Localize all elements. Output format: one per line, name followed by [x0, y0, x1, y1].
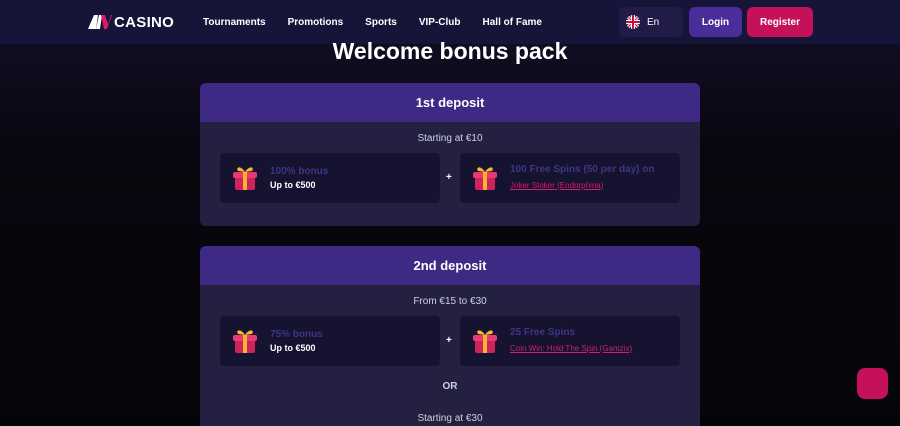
bonus-box-spins: 100 Free Spins (50 per day) on Joker Sto… [460, 153, 680, 203]
deposit-card-title: 2nd deposit [200, 246, 700, 285]
gift-icon [473, 330, 497, 353]
bonus-text: 25 Free Spins Coin Win: Hold The Spin (G… [510, 327, 632, 356]
deposit-card-2: 2nd deposit From €15 to €30 75% bonus Up… [200, 246, 700, 426]
bonus-main: 100% bonus [270, 166, 329, 177]
deposit-range-alt: Starting at €30 [417, 413, 483, 424]
game-link[interactable]: Coin Win: Hold The Spin (Gamzix) [510, 344, 632, 353]
nav-item-hall-of-fame[interactable]: Hall of Fame [483, 17, 542, 28]
bonus-row: 75% bonus Up to €500 + 25 Free Spins Coi… [200, 316, 700, 366]
bonus-main: 100 Free Spins (50 per day) on [510, 163, 655, 175]
plus-sign: + [446, 172, 452, 183]
bonus-text: 100 Free Spins (50 per day) on Joker Sto… [510, 164, 655, 193]
login-button[interactable]: Login [689, 7, 742, 37]
logo-text: CASINO [114, 13, 175, 31]
gift-icon [473, 167, 497, 190]
deposit-card-1: 1st deposit Starting at €10 100% bonus U… [200, 83, 700, 226]
bonus-sub: Up to €500 [270, 180, 316, 190]
bonus-text: 75% bonus Up to €500 [270, 329, 323, 353]
nav-item-promotions[interactable]: Promotions [288, 17, 344, 28]
deposit-range: From €15 to €30 [413, 296, 487, 307]
gift-icon [233, 330, 257, 353]
uk-flag-icon [626, 15, 640, 29]
bonus-main: 25 Free Spins [510, 326, 576, 338]
language-label: En [647, 16, 660, 28]
bonus-row: 100% bonus Up to €500 + 100 Free Spins (… [200, 153, 700, 203]
bonus-box-percent: 75% bonus Up to €500 [220, 316, 440, 366]
plus-sign: + [446, 335, 452, 346]
bonus-main: 75% bonus [270, 329, 323, 340]
deposit-card-title: 1st deposit [200, 83, 700, 122]
page-title: Welcome bonus pack [332, 38, 568, 64]
gift-icon [233, 167, 257, 190]
or-separator: OR [442, 381, 458, 392]
logo-icon [88, 15, 112, 29]
nav-item-tournaments[interactable]: Tournaments [203, 17, 266, 28]
game-link[interactable]: Joker Stoker (Endorphina) [510, 181, 603, 190]
chat-icon[interactable] [857, 368, 888, 399]
register-button[interactable]: Register [747, 7, 813, 37]
bonus-box-percent: 100% bonus Up to €500 [220, 153, 440, 203]
logo[interactable]: CASINO [88, 12, 174, 32]
nav-item-sports[interactable]: Sports [365, 17, 397, 28]
bonus-box-spins: 25 Free Spins Coin Win: Hold The Spin (G… [460, 316, 680, 366]
deposit-range: Starting at €10 [417, 133, 483, 144]
language-selector[interactable]: En [619, 7, 683, 37]
nav-item-vip-club[interactable]: VIP-Club [419, 17, 461, 28]
bonus-text: 100% bonus Up to €500 [270, 166, 328, 190]
bonus-sub: Up to €500 [270, 343, 316, 353]
